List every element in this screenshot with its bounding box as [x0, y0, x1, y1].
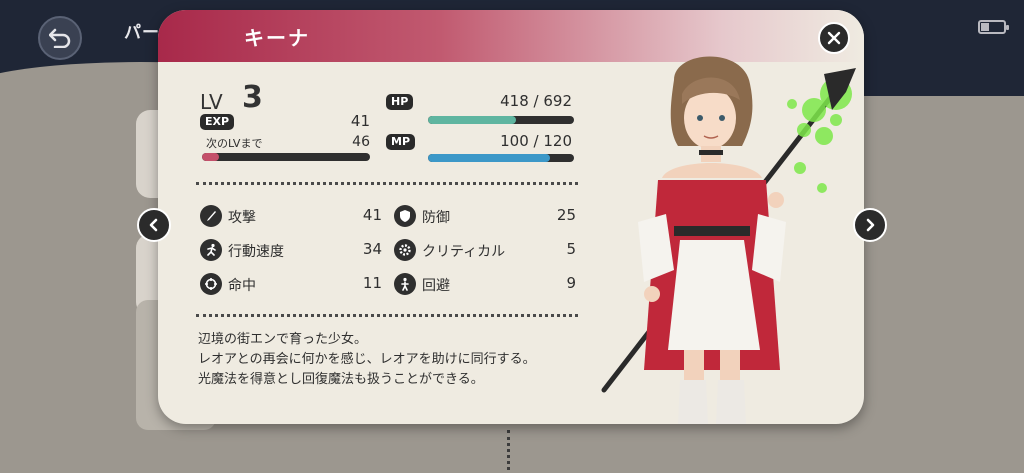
stat-label-critical: クリティカル	[422, 244, 506, 260]
chevron-left-icon	[149, 218, 158, 232]
dodge-icon	[394, 273, 416, 295]
sword-icon	[200, 205, 222, 227]
close-button[interactable]	[818, 22, 850, 54]
level-label: LV	[200, 90, 223, 114]
shield-icon	[394, 205, 416, 227]
character-name: キーナ	[244, 26, 310, 50]
stat-value-critical: 5	[566, 240, 576, 258]
back-button[interactable]	[38, 16, 82, 60]
hp-bar-fill	[428, 116, 517, 124]
divider	[196, 182, 578, 185]
stat-label-accuracy: 命中	[228, 278, 256, 294]
hp-value: 418 / 692	[500, 92, 572, 110]
description-line: 辺境の街エンで育った少女。	[198, 332, 368, 347]
running-icon	[200, 239, 222, 261]
stat-value-accuracy: 11	[362, 274, 382, 292]
description-line: レオアとの再会に何かを感じ、レオアを助けに同行する。	[198, 352, 536, 367]
hp-bar	[428, 116, 574, 124]
mp-value: 100 / 120	[500, 132, 572, 150]
mp-bar-fill	[428, 154, 550, 162]
next-character-button[interactable]	[853, 208, 887, 242]
description-line: 光魔法を得意とし回復魔法も扱うことができる。	[198, 372, 484, 387]
exp-badge: EXP	[200, 114, 235, 130]
divider	[196, 314, 578, 317]
mp-badge: MP	[386, 134, 416, 150]
stat-value-defense: 25	[556, 206, 576, 224]
next-level-value: 46	[352, 134, 370, 150]
chevron-right-icon	[866, 218, 875, 232]
previous-character-button[interactable]	[137, 208, 171, 242]
stat-value-attack: 41	[362, 206, 382, 224]
level-value: 3	[242, 80, 263, 115]
battery-icon	[978, 20, 1009, 34]
close-icon	[827, 31, 841, 45]
stat-label-speed: 行動速度	[228, 244, 284, 260]
exp-value: 41	[350, 112, 370, 130]
stat-label-defense: 防御	[422, 210, 450, 226]
exp-bar	[202, 153, 370, 161]
stat-label-attack: 攻撃	[228, 210, 256, 226]
mp-bar	[428, 154, 574, 162]
crosshair-icon	[200, 273, 222, 295]
character-status-modal: キーナ LV 3 EXP 41 次のLVまで 46 HP 418 / 692 M…	[158, 10, 864, 424]
stat-value-speed: 34	[362, 240, 382, 258]
character-portrait	[601, 56, 856, 424]
stat-value-evasion: 9	[566, 274, 576, 292]
stat-label-evasion: 回避	[422, 278, 450, 294]
dotted-connector	[507, 430, 510, 470]
hp-badge: HP	[386, 94, 414, 110]
exp-bar-fill	[202, 153, 219, 161]
back-arrow-icon	[49, 28, 71, 48]
next-level-label: 次のLVまで	[206, 137, 263, 150]
gear-icon	[394, 239, 416, 261]
